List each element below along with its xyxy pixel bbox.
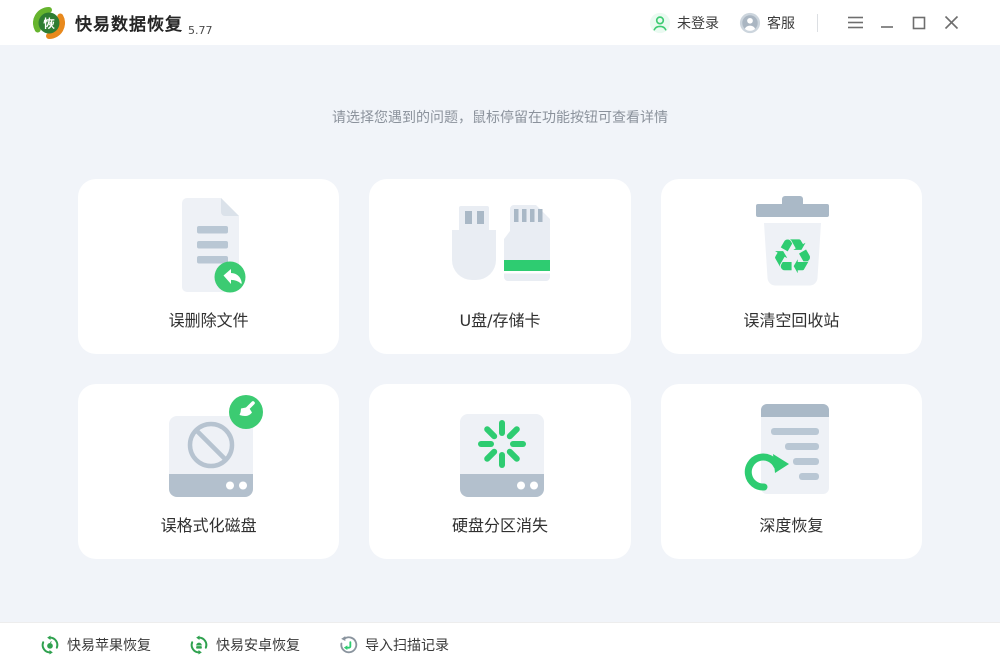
titlebar-right: 未登录 客服 [649,10,964,36]
hamburger-menu-icon [847,16,863,29]
user-icon [649,12,671,33]
deleted-file-icon [181,198,246,293]
apple-recovery-link[interactable]: 快易苹果恢复 [40,635,151,655]
close-icon [944,15,958,30]
minimize-icon [881,25,893,28]
support-label: 客服 [767,15,795,32]
android-recovery-link[interactable]: 快易安卓恢复 [189,635,300,655]
logo-character: 恢 [43,16,55,30]
main-area: 请选择您遇到的问题，鼠标停留在功能按钮可查看详情 误删除文件 U盘/存储卡 ♻ … [0,45,1000,622]
recycle-bin-icon: ♻ [756,196,830,286]
formatted-disk-icon [168,395,263,497]
footer-bar: 快易苹果恢复 快易安卓恢复 导入扫描记录 [0,622,1000,666]
android-recovery-icon [190,635,208,654]
card-label: 误删除文件 [168,311,249,330]
card-label: U盘/存储卡 [459,311,541,330]
deep-recovery-icon [745,404,830,494]
support-avatar-icon [739,12,761,33]
maximize-button[interactable] [906,10,932,36]
import-scan-records-link[interactable]: 导入扫描记录 [338,635,449,655]
card-recycle-bin[interactable]: ♻ 误清空回收站 [660,179,922,354]
minimize-button[interactable] [874,10,900,36]
card-usb-sd[interactable]: U盘/存储卡 [369,179,631,354]
card-label: 误格式化磁盘 [160,516,257,535]
card-deleted-files[interactable]: 误删除文件 [78,179,340,354]
apple-recovery-label: 快易苹果恢复 [67,637,151,654]
support-button[interactable]: 客服 [739,12,795,34]
card-formatted-disk[interactable]: 误格式化磁盘 [78,384,340,559]
maximize-icon [912,16,926,29]
app-logo-icon: 恢 [33,6,65,39]
card-lost-partition[interactable]: 硬盘分区消失 [369,384,631,559]
close-button[interactable] [938,10,964,36]
card-label: 误清空回收站 [743,311,840,330]
lost-partition-icon [459,414,544,497]
card-label: 深度恢复 [759,516,824,535]
titlebar-divider [817,13,818,32]
app-version: 5.77 [188,24,213,37]
android-recovery-label: 快易安卓恢复 [216,637,300,654]
recycle-symbol: ♻ [771,229,814,285]
usb-sd-card-icon [451,205,550,281]
import-history-icon [340,635,358,653]
login-button[interactable]: 未登录 [649,12,719,34]
feature-cards-grid: 误删除文件 U盘/存储卡 ♻ 误清空回收站 误格式化磁盘 硬盘分区消失 深度恢复 [78,179,922,559]
card-label: 硬盘分区消失 [451,516,548,535]
app-title: 快易数据恢复 [75,15,183,35]
apple-recovery-icon [41,635,59,654]
instruction-hint: 请选择您遇到的问题，鼠标停留在功能按钮可查看详情 [332,110,668,126]
import-scan-records-label: 导入扫描记录 [365,637,449,654]
titlebar: 恢 快易数据恢复 5.77 未登录 客服 [0,0,1000,46]
app-window: 恢 快易数据恢复 5.77 未登录 客服 请选择您遇到的问题，鼠标停留在功能按钮… [0,0,1000,666]
login-label: 未登录 [677,15,719,32]
card-deep-recovery[interactable]: 深度恢复 [660,384,922,559]
menu-button[interactable] [842,10,868,36]
